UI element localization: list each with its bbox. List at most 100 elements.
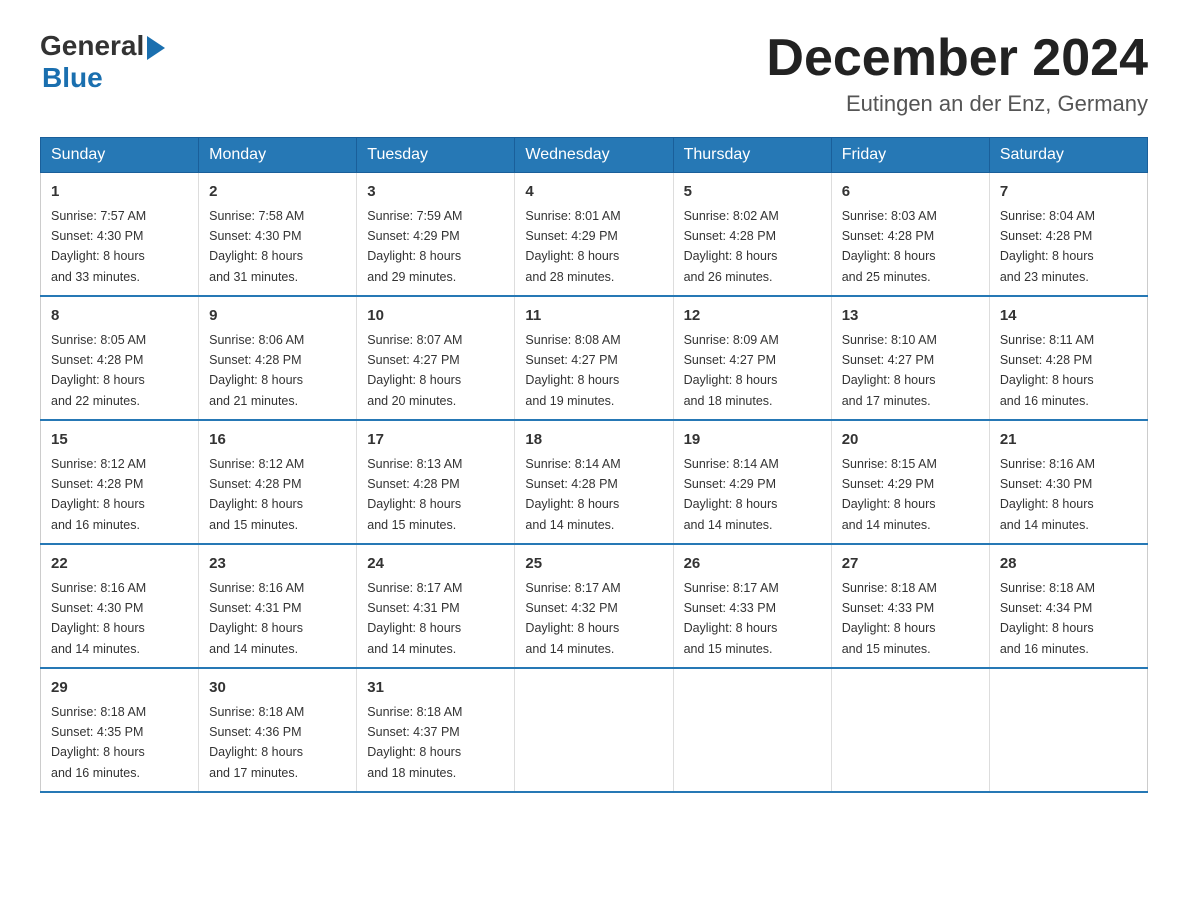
day-info: Sunrise: 8:11 AMSunset: 4:28 PMDaylight:… bbox=[1000, 333, 1094, 408]
day-info: Sunrise: 8:18 AMSunset: 4:34 PMDaylight:… bbox=[1000, 581, 1095, 656]
day-info: Sunrise: 8:14 AMSunset: 4:28 PMDaylight:… bbox=[525, 457, 620, 532]
calendar-day-cell: 5 Sunrise: 8:02 AMSunset: 4:28 PMDayligh… bbox=[673, 173, 831, 297]
logo-blue-text: Blue bbox=[42, 62, 103, 94]
col-thursday: Thursday bbox=[673, 138, 831, 173]
calendar-day-cell: 30 Sunrise: 8:18 AMSunset: 4:36 PMDaylig… bbox=[199, 668, 357, 792]
calendar-day-cell: 17 Sunrise: 8:13 AMSunset: 4:28 PMDaylig… bbox=[357, 420, 515, 544]
col-wednesday: Wednesday bbox=[515, 138, 673, 173]
calendar-day-cell: 16 Sunrise: 8:12 AMSunset: 4:28 PMDaylig… bbox=[199, 420, 357, 544]
calendar-day-cell: 23 Sunrise: 8:16 AMSunset: 4:31 PMDaylig… bbox=[199, 544, 357, 668]
day-number: 9 bbox=[209, 305, 346, 328]
day-number: 23 bbox=[209, 553, 346, 576]
calendar-day-cell: 3 Sunrise: 7:59 AMSunset: 4:29 PMDayligh… bbox=[357, 173, 515, 297]
day-info: Sunrise: 8:16 AMSunset: 4:30 PMDaylight:… bbox=[51, 581, 146, 656]
col-tuesday: Tuesday bbox=[357, 138, 515, 173]
day-info: Sunrise: 8:09 AMSunset: 4:27 PMDaylight:… bbox=[684, 333, 779, 408]
calendar-day-cell: 4 Sunrise: 8:01 AMSunset: 4:29 PMDayligh… bbox=[515, 173, 673, 297]
calendar-day-cell: 29 Sunrise: 8:18 AMSunset: 4:35 PMDaylig… bbox=[41, 668, 199, 792]
calendar-day-cell: 14 Sunrise: 8:11 AMSunset: 4:28 PMDaylig… bbox=[989, 296, 1147, 420]
day-info: Sunrise: 8:18 AMSunset: 4:33 PMDaylight:… bbox=[842, 581, 937, 656]
day-info: Sunrise: 8:04 AMSunset: 4:28 PMDaylight:… bbox=[1000, 209, 1095, 284]
calendar-day-cell bbox=[515, 668, 673, 792]
day-number: 4 bbox=[525, 181, 662, 204]
day-number: 10 bbox=[367, 305, 504, 328]
day-number: 16 bbox=[209, 429, 346, 452]
calendar-day-cell bbox=[673, 668, 831, 792]
day-number: 19 bbox=[684, 429, 821, 452]
day-info: Sunrise: 8:06 AMSunset: 4:28 PMDaylight:… bbox=[209, 333, 304, 408]
day-info: Sunrise: 8:01 AMSunset: 4:29 PMDaylight:… bbox=[525, 209, 620, 284]
day-info: Sunrise: 8:16 AMSunset: 4:30 PMDaylight:… bbox=[1000, 457, 1095, 532]
day-number: 29 bbox=[51, 677, 188, 700]
calendar-day-cell: 13 Sunrise: 8:10 AMSunset: 4:27 PMDaylig… bbox=[831, 296, 989, 420]
day-number: 15 bbox=[51, 429, 188, 452]
day-info: Sunrise: 8:08 AMSunset: 4:27 PMDaylight:… bbox=[525, 333, 620, 408]
calendar-table: Sunday Monday Tuesday Wednesday Thursday… bbox=[40, 137, 1148, 793]
day-number: 11 bbox=[525, 305, 662, 328]
day-info: Sunrise: 8:15 AMSunset: 4:29 PMDaylight:… bbox=[842, 457, 937, 532]
day-number: 2 bbox=[209, 181, 346, 204]
day-info: Sunrise: 8:05 AMSunset: 4:28 PMDaylight:… bbox=[51, 333, 146, 408]
day-number: 26 bbox=[684, 553, 821, 576]
day-info: Sunrise: 7:59 AMSunset: 4:29 PMDaylight:… bbox=[367, 209, 462, 284]
calendar-day-cell: 31 Sunrise: 8:18 AMSunset: 4:37 PMDaylig… bbox=[357, 668, 515, 792]
day-number: 1 bbox=[51, 181, 188, 204]
calendar-day-cell: 12 Sunrise: 8:09 AMSunset: 4:27 PMDaylig… bbox=[673, 296, 831, 420]
calendar-week-row: 1 Sunrise: 7:57 AMSunset: 4:30 PMDayligh… bbox=[41, 173, 1148, 297]
day-info: Sunrise: 8:17 AMSunset: 4:32 PMDaylight:… bbox=[525, 581, 620, 656]
calendar-day-cell: 22 Sunrise: 8:16 AMSunset: 4:30 PMDaylig… bbox=[41, 544, 199, 668]
day-info: Sunrise: 8:07 AMSunset: 4:27 PMDaylight:… bbox=[367, 333, 462, 408]
day-info: Sunrise: 8:18 AMSunset: 4:36 PMDaylight:… bbox=[209, 705, 304, 780]
day-info: Sunrise: 8:16 AMSunset: 4:31 PMDaylight:… bbox=[209, 581, 304, 656]
col-saturday: Saturday bbox=[989, 138, 1147, 173]
calendar-day-cell: 27 Sunrise: 8:18 AMSunset: 4:33 PMDaylig… bbox=[831, 544, 989, 668]
calendar-day-cell: 1 Sunrise: 7:57 AMSunset: 4:30 PMDayligh… bbox=[41, 173, 199, 297]
day-number: 3 bbox=[367, 181, 504, 204]
day-number: 7 bbox=[1000, 181, 1137, 204]
calendar-day-cell: 20 Sunrise: 8:15 AMSunset: 4:29 PMDaylig… bbox=[831, 420, 989, 544]
calendar-day-cell: 10 Sunrise: 8:07 AMSunset: 4:27 PMDaylig… bbox=[357, 296, 515, 420]
day-number: 21 bbox=[1000, 429, 1137, 452]
calendar-day-cell: 25 Sunrise: 8:17 AMSunset: 4:32 PMDaylig… bbox=[515, 544, 673, 668]
title-section: December 2024 Eutingen an der Enz, Germa… bbox=[766, 30, 1148, 117]
day-info: Sunrise: 8:02 AMSunset: 4:28 PMDaylight:… bbox=[684, 209, 779, 284]
calendar-day-cell: 26 Sunrise: 8:17 AMSunset: 4:33 PMDaylig… bbox=[673, 544, 831, 668]
day-number: 17 bbox=[367, 429, 504, 452]
calendar-day-cell: 28 Sunrise: 8:18 AMSunset: 4:34 PMDaylig… bbox=[989, 544, 1147, 668]
day-number: 6 bbox=[842, 181, 979, 204]
day-info: Sunrise: 8:14 AMSunset: 4:29 PMDaylight:… bbox=[684, 457, 779, 532]
logo: General Blue bbox=[40, 30, 165, 94]
day-info: Sunrise: 8:18 AMSunset: 4:35 PMDaylight:… bbox=[51, 705, 146, 780]
location-subtitle: Eutingen an der Enz, Germany bbox=[766, 91, 1148, 117]
day-number: 31 bbox=[367, 677, 504, 700]
day-number: 30 bbox=[209, 677, 346, 700]
day-number: 13 bbox=[842, 305, 979, 328]
day-number: 28 bbox=[1000, 553, 1137, 576]
day-info: Sunrise: 7:57 AMSunset: 4:30 PMDaylight:… bbox=[51, 209, 146, 284]
day-info: Sunrise: 8:12 AMSunset: 4:28 PMDaylight:… bbox=[51, 457, 146, 532]
calendar-day-cell: 8 Sunrise: 8:05 AMSunset: 4:28 PMDayligh… bbox=[41, 296, 199, 420]
col-friday: Friday bbox=[831, 138, 989, 173]
day-info: Sunrise: 8:17 AMSunset: 4:33 PMDaylight:… bbox=[684, 581, 779, 656]
day-number: 8 bbox=[51, 305, 188, 328]
day-number: 27 bbox=[842, 553, 979, 576]
calendar-day-cell bbox=[831, 668, 989, 792]
calendar-week-row: 22 Sunrise: 8:16 AMSunset: 4:30 PMDaylig… bbox=[41, 544, 1148, 668]
calendar-day-cell: 19 Sunrise: 8:14 AMSunset: 4:29 PMDaylig… bbox=[673, 420, 831, 544]
calendar-day-cell: 9 Sunrise: 8:06 AMSunset: 4:28 PMDayligh… bbox=[199, 296, 357, 420]
day-info: Sunrise: 8:12 AMSunset: 4:28 PMDaylight:… bbox=[209, 457, 304, 532]
calendar-day-cell bbox=[989, 668, 1147, 792]
calendar-day-cell: 21 Sunrise: 8:16 AMSunset: 4:30 PMDaylig… bbox=[989, 420, 1147, 544]
logo-arrow-icon bbox=[147, 36, 165, 60]
day-number: 5 bbox=[684, 181, 821, 204]
calendar-day-cell: 6 Sunrise: 8:03 AMSunset: 4:28 PMDayligh… bbox=[831, 173, 989, 297]
day-number: 14 bbox=[1000, 305, 1137, 328]
calendar-day-cell: 15 Sunrise: 8:12 AMSunset: 4:28 PMDaylig… bbox=[41, 420, 199, 544]
day-info: Sunrise: 7:58 AMSunset: 4:30 PMDaylight:… bbox=[209, 209, 304, 284]
day-number: 24 bbox=[367, 553, 504, 576]
col-sunday: Sunday bbox=[41, 138, 199, 173]
col-monday: Monday bbox=[199, 138, 357, 173]
day-number: 25 bbox=[525, 553, 662, 576]
calendar-day-cell: 18 Sunrise: 8:14 AMSunset: 4:28 PMDaylig… bbox=[515, 420, 673, 544]
day-info: Sunrise: 8:03 AMSunset: 4:28 PMDaylight:… bbox=[842, 209, 937, 284]
